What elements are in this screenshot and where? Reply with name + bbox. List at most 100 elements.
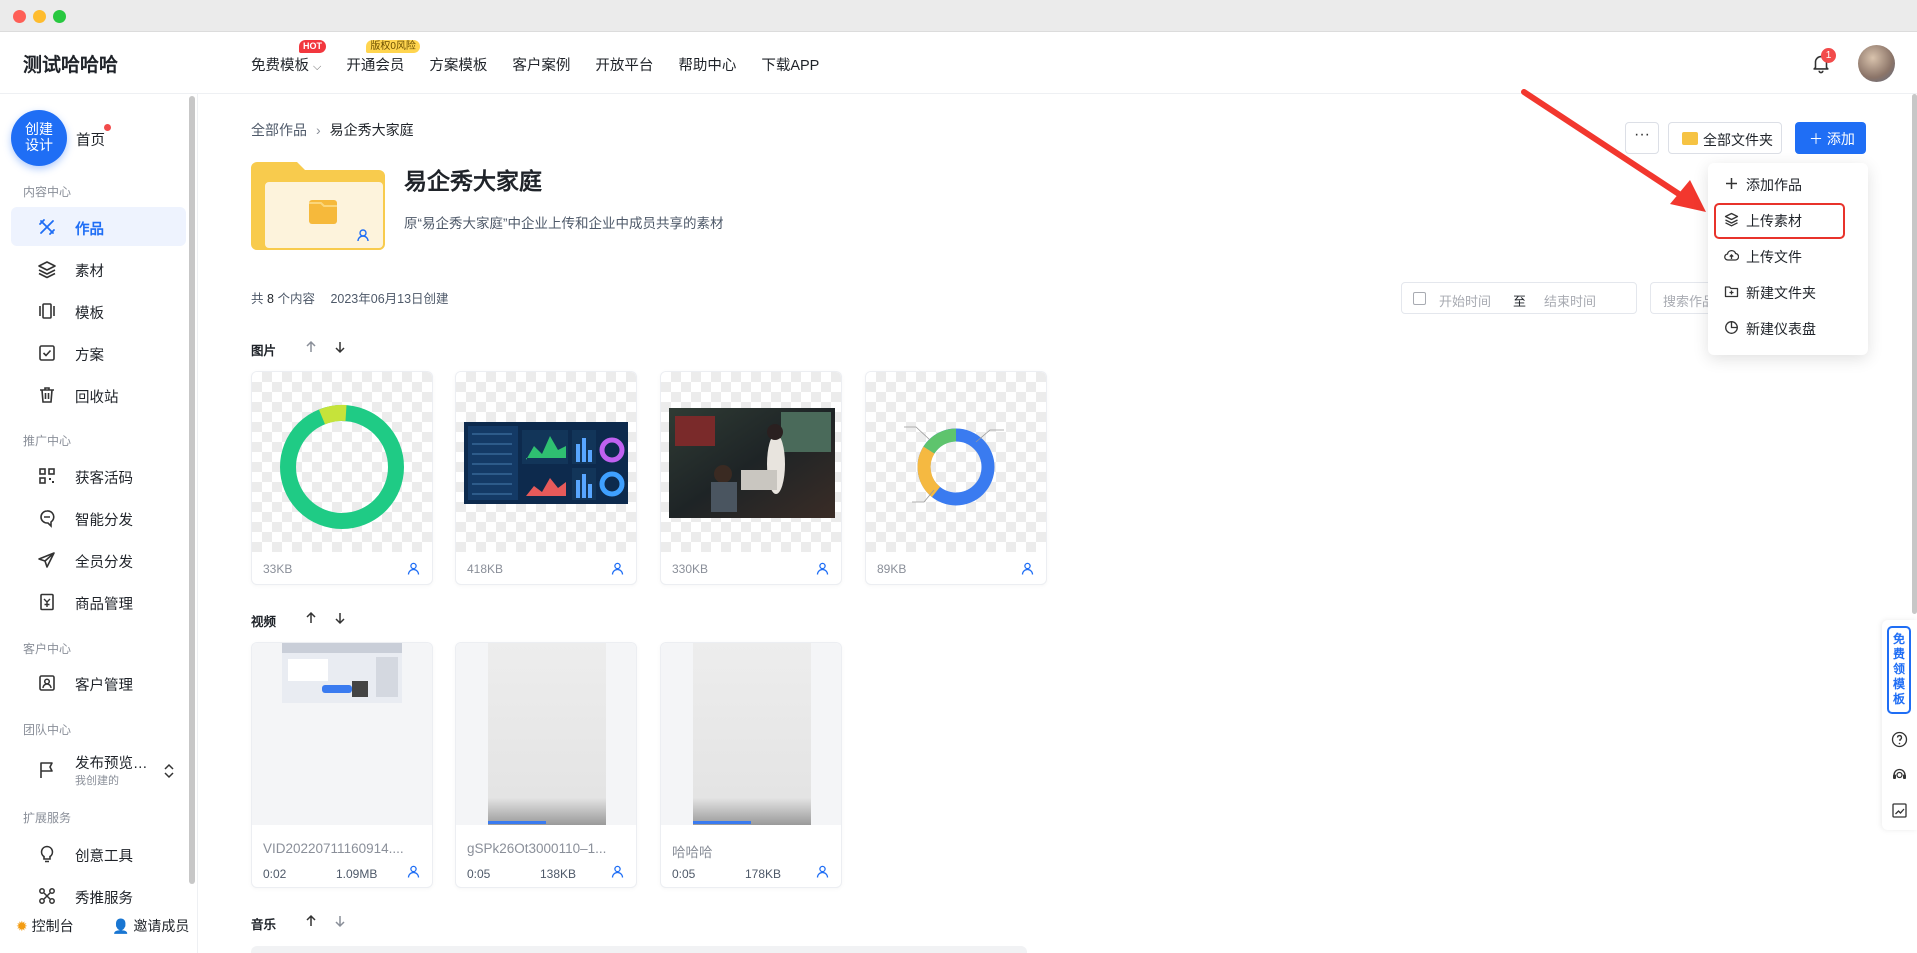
close-window-button[interactable]: [13, 10, 26, 23]
help-icon[interactable]: [1891, 731, 1908, 748]
sort-descending-icon[interactable]: [333, 914, 347, 928]
page-scrollbar[interactable]: [1912, 94, 1917, 614]
sort-descending-icon[interactable]: [333, 340, 347, 354]
chart-icon[interactable]: [1891, 802, 1908, 819]
sidebar-item-plans[interactable]: 方案: [11, 333, 186, 372]
content-count: 8: [267, 292, 274, 306]
nav-customer-cases[interactable]: 客户案例: [512, 54, 570, 75]
menu-item-upload-file[interactable]: 上传文件: [1708, 238, 1868, 272]
template-icon: [39, 303, 55, 319]
sidebar-item-smart-distribution[interactable]: 智能分发: [11, 498, 186, 537]
nav-solution-templates[interactable]: 方案模板: [429, 54, 487, 75]
sidebar-item-label: 作品: [75, 222, 104, 238]
video-card[interactable]: VID20220711160914.... 0:02 1.09MB: [251, 642, 433, 888]
image-thumbnail: [866, 372, 1046, 552]
sort-ascending-icon[interactable]: [304, 611, 318, 625]
contact-card-icon: [39, 675, 55, 691]
console-link[interactable]: ✹ 控制台: [16, 916, 74, 936]
sidebar-item-trash[interactable]: 回收站: [11, 375, 186, 414]
video-card[interactable]: gSPk26Ot3000110–1... 0:05 138KB: [455, 642, 637, 888]
user-icon: [816, 562, 829, 575]
sidebar-item-creative-tools[interactable]: 创意工具: [11, 834, 186, 873]
hot-badge: HOT: [299, 40, 326, 53]
image-card[interactable]: 89KB: [865, 371, 1047, 585]
sidebar-item-label: 秀推服务: [75, 891, 133, 907]
add-button[interactable]: ＋ 添加: [1795, 122, 1866, 154]
sidebar-scrollbar[interactable]: [189, 96, 195, 884]
sidebar-item-home[interactable]: 首页: [76, 129, 105, 150]
search-input[interactable]: 搜索作品: [1650, 282, 1710, 314]
sidebar-item-templates[interactable]: 模板: [11, 291, 186, 330]
sort-descending-icon[interactable]: [333, 611, 347, 625]
music-list-item[interactable]: [251, 946, 1027, 953]
sidebar-item-publish-preview[interactable]: 发布预览… 我创建的: [11, 748, 186, 796]
sidebar-item-label: 素材: [75, 264, 104, 280]
sidebar-item-goods[interactable]: 商品管理: [11, 582, 186, 621]
image-card[interactable]: 418KB: [455, 371, 637, 585]
end-date-input[interactable]: 结束时间: [1544, 291, 1596, 310]
maximize-window-button[interactable]: [53, 10, 66, 23]
trash-icon: [40, 387, 54, 403]
menu-item-add-work[interactable]: 添加作品: [1708, 166, 1868, 200]
start-date-input[interactable]: 开始时间: [1439, 291, 1491, 310]
sidebar-item-works[interactable]: 作品: [11, 207, 186, 246]
nav-download-app[interactable]: 下载APP: [761, 54, 819, 75]
sidebar-item-label: 客户管理: [75, 678, 133, 694]
date-range-picker[interactable]: 开始时间 至 结束时间: [1401, 282, 1637, 314]
goods-icon: [40, 593, 54, 611]
section-promo-center: 推广中心: [23, 434, 72, 448]
flag-icon: [40, 762, 53, 778]
section-team-center: 团队中心: [23, 723, 72, 737]
user-icon: [611, 562, 624, 575]
video-frame-image: [282, 643, 402, 703]
sort-ascending-icon[interactable]: [304, 914, 318, 928]
created-date: 2023年06月13日创建: [330, 292, 449, 306]
sidebar-item-staff-distribution[interactable]: 全员分发: [11, 540, 186, 579]
sidebar-item-crm[interactable]: 客户管理: [11, 663, 186, 702]
create-design-label-2: 设计: [25, 137, 53, 153]
dashboard-image: [464, 422, 628, 504]
plus-icon: [1726, 178, 1737, 189]
expand-toggle-icon[interactable]: [163, 762, 175, 780]
nav-open-platform[interactable]: 开放平台: [595, 54, 653, 75]
customer-service-icon[interactable]: [1891, 766, 1908, 783]
video-name: gSPk26Ot3000110–1...: [467, 841, 607, 856]
meta-suffix: 个内容: [277, 292, 315, 306]
create-design-label-1: 创建: [25, 121, 53, 137]
section-content-center: 内容中心: [23, 185, 72, 199]
free-template-tag[interactable]: 免费领模板: [1887, 626, 1911, 714]
user-icon: [407, 562, 420, 575]
sidebar-item-materials[interactable]: 素材: [11, 249, 186, 288]
sidebar-item-label: 商品管理: [75, 597, 133, 613]
sidebar-item-label: 发布预览…: [75, 756, 148, 772]
video-card[interactable]: 哈哈哈 0:05 178KB: [660, 642, 842, 888]
nav-free-templates[interactable]: 免费模板 ⌵ HOT: [251, 40, 326, 75]
image-card[interactable]: 33KB: [251, 371, 433, 585]
cloud-upload-icon: [1724, 250, 1739, 261]
nav-membership[interactable]: 开通会员 版权0风险: [346, 40, 420, 75]
minimize-window-button[interactable]: [33, 10, 46, 23]
image-card[interactable]: 330KB: [660, 371, 842, 585]
menu-item-new-dashboard[interactable]: 新建仪表盘: [1708, 310, 1868, 344]
file-size: 89KB: [877, 562, 907, 576]
nav-help-center[interactable]: 帮助中心: [678, 54, 736, 75]
video-duration: 0:05: [672, 867, 696, 881]
menu-item-new-folder[interactable]: 新建文件夹: [1708, 274, 1868, 308]
breadcrumb-root[interactable]: 全部作品: [251, 122, 307, 138]
user-avatar[interactable]: [1858, 45, 1895, 82]
window-titlebar: [0, 0, 1917, 32]
sidebar-item-xiutui-service[interactable]: 秀推服务: [11, 876, 186, 915]
right-float-toolbar: 免费领模板: [1882, 620, 1917, 830]
top-navigation: 测试哈哈哈 免费模板 ⌵ HOT 开通会员 版权0风险 方案模板 客户案例 开放平…: [0, 32, 1917, 94]
sort-ascending-icon[interactable]: [304, 340, 318, 354]
add-dropdown-menu: 添加作品 上传素材 上传文件 新建文件夹 新建仪表盘: [1708, 163, 1868, 355]
sidebar-item-lead-qrcode[interactable]: 获客活码: [11, 456, 186, 495]
invite-member-link[interactable]: 👤 邀请成员: [112, 916, 189, 936]
video-name: VID20220711160914....: [263, 841, 404, 856]
sidebar-item-label: 全员分发: [75, 555, 133, 571]
folder-title: 易企秀大家庭: [404, 168, 542, 194]
video-size: 1.09MB: [336, 867, 378, 881]
home-notification-dot: [104, 124, 111, 131]
brand-name[interactable]: 测试哈哈哈: [23, 50, 118, 77]
create-design-button[interactable]: 创建 设计: [11, 110, 67, 166]
